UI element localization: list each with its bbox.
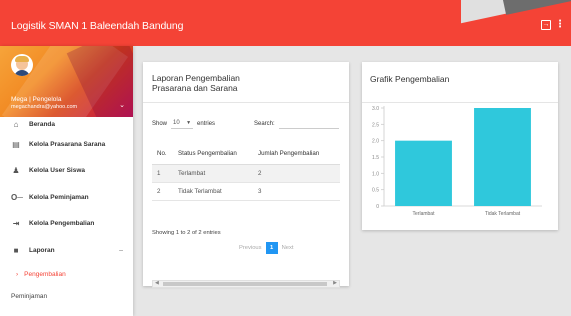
y-tick-label: 2.5 — [372, 122, 379, 128]
bar-terlambat — [395, 140, 452, 206]
user-email: megachandra@yahoo.com — [11, 104, 78, 110]
sidebar-item-kelola-peminjaman[interactable]: O─ Kelola Peminjaman — [0, 184, 133, 211]
search-input[interactable] — [278, 118, 339, 129]
sidebar-item-laporan[interactable]: ■ Laporan – — [0, 237, 133, 264]
pagination: Previous 1 Next — [239, 242, 293, 254]
app-title: Logistik SMAN 1 Baleendah Bandung — [11, 20, 184, 32]
sidebar-item-label: Kelola Prasarana Sarana — [29, 140, 106, 148]
x-tick-label: Tidak Terlambat — [485, 211, 521, 217]
table-row: 1 Terlambat 2 — [152, 164, 340, 183]
report-card-title: Laporan Pengembalian Prasarana dan Saran… — [152, 73, 240, 93]
submenu-item-label: Peminjaman — [11, 293, 48, 300]
top-app-bar: Logistik SMAN 1 Baleendah Bandung → ⋮ — [0, 0, 571, 46]
sidebar-item-label: Laporan — [29, 246, 55, 254]
table-cell: Tidak Terlambat — [173, 182, 253, 201]
sidebar-item-kelola-pengembalian[interactable]: ⇥ Kelola Pengembalian — [0, 211, 133, 238]
user-profile-panel: Mega | Pengelola megachandra@yahoo.com ⌄ — [0, 46, 133, 117]
y-tick-label: 3.0 — [372, 106, 379, 112]
report-card: Laporan Pengembalian Prasarana dan Saran… — [143, 62, 349, 288]
scroll-left-icon[interactable]: ◀ — [155, 280, 159, 286]
y-tick-label: 1.5 — [372, 155, 379, 161]
table-search: Search: — [254, 118, 339, 129]
sidebar-item-label: Kelola Pengembalian — [29, 220, 95, 228]
sidebar-item-label: Kelola Peminjaman — [29, 193, 89, 201]
building-icon: ▤ — [12, 139, 20, 149]
avatar — [11, 54, 33, 76]
next-button[interactable]: Next — [282, 245, 294, 251]
return-icon: ⇥ — [12, 219, 20, 229]
sidebar-item-label: Kelola User Siswa — [29, 167, 85, 175]
report-icon: ■ — [13, 245, 19, 255]
table-row: 2 Tidak Terlambat 3 — [152, 182, 340, 201]
sidebar: Mega | Pengelola megachandra@yahoo.com ⌄… — [0, 46, 133, 316]
table-cell: 2 — [253, 164, 340, 183]
table-cell: 2 — [152, 182, 173, 201]
home-icon: ⌂ — [13, 119, 19, 129]
people-icon: ♟ — [12, 166, 20, 176]
chevron-down-icon[interactable]: ⌄ — [119, 101, 125, 109]
sidebar-item-label: Beranda — [29, 120, 56, 128]
y-tick-label: 0 — [376, 204, 379, 210]
horizontal-scrollbar[interactable]: ◀ ▶ — [152, 280, 340, 288]
collapse-icon[interactable]: – — [119, 247, 123, 254]
bar-chart: 0 0.5 1.0 1.5 2.0 2.5 3.0 Terlambat Tidak Terlam… — [372, 106, 542, 217]
chevron-right-icon: › — [16, 271, 19, 278]
sidebar-item-kelola-user-siswa[interactable]: ♟ Kelola User Siswa — [0, 158, 133, 185]
report-table: No. Status Pengembalian Jumlah Pengembal… — [152, 144, 340, 201]
submenu-item-peminjaman[interactable]: Peminjaman — [0, 286, 133, 308]
scroll-right-icon[interactable]: ▶ — [333, 280, 337, 286]
x-tick-label: Terlambat — [413, 211, 436, 217]
more-vert-icon[interactable]: ⋮ — [555, 20, 565, 30]
submenu-item-label: Pengembalian — [24, 271, 66, 278]
column-header[interactable]: Jumlah Pengembalian — [253, 144, 340, 165]
column-header[interactable]: Status Pengembalian — [173, 144, 253, 165]
report-title-line1: Laporan Pengembalian — [152, 73, 240, 83]
table-info: Showing 1 to 2 of 2 entries — [152, 230, 221, 236]
y-tick-label: 0.5 — [372, 188, 379, 194]
divider — [143, 102, 349, 103]
sidebar-item-kelola-prasarana-sarana[interactable]: ▤ Kelola Prasarana Sarana — [0, 131, 133, 158]
table-cell: Terlambat — [173, 164, 253, 183]
y-tick-label: 1.0 — [372, 171, 379, 177]
entries-label: entries — [197, 120, 216, 127]
logout-icon[interactable]: → — [541, 20, 551, 30]
sidebar-menu: ⌂ Beranda ▤ Kelola Prasarana Sarana ♟ Ke… — [0, 117, 133, 308]
submenu-item-pengembalian[interactable]: › Pengembalian — [0, 264, 133, 286]
page-1-button[interactable]: 1 — [265, 242, 278, 254]
y-tick-label: 2.0 — [372, 139, 379, 145]
sidebar-item-beranda[interactable]: ⌂ Beranda — [0, 117, 133, 131]
entries-length-control: Show 10 ▼ entries — [152, 118, 215, 129]
table-header-row: No. Status Pengembalian Jumlah Pengembal… — [152, 144, 340, 165]
bar-tidak-terlambat — [474, 108, 531, 206]
show-label: Show — [152, 120, 168, 127]
previous-button[interactable]: Previous — [239, 245, 262, 251]
table-cell: 1 — [152, 164, 173, 183]
scrollbar-thumb[interactable] — [163, 282, 327, 286]
caret-down-icon: ▼ — [186, 120, 192, 126]
entries-select-value: 10 — [173, 120, 180, 126]
search-label: Search: — [254, 120, 275, 127]
chart-card: Grafik Pengembalian 0 0.5 1.0 1.5 2.0 2.5 3.0 T… — [362, 62, 558, 230]
user-name: Mega | Pengelola — [11, 96, 62, 103]
entries-select[interactable]: 10 ▼ — [171, 118, 194, 129]
report-title-line2: Prasarana dan Sarana — [152, 83, 238, 93]
key-icon: O─ — [11, 192, 23, 202]
column-header[interactable]: No. — [152, 144, 173, 165]
table-cell: 3 — [253, 182, 340, 201]
